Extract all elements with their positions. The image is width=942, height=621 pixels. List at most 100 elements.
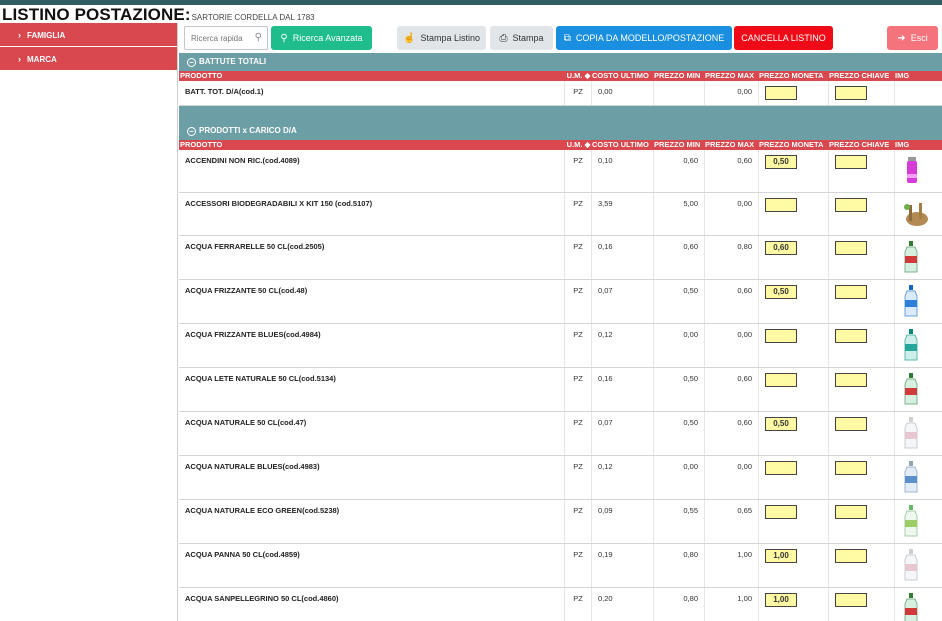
table-row[interactable]: ACQUA FERRARELLE 50 CL(cod.2505) PZ 0,16 0,…	[179, 236, 942, 280]
table-row[interactable]: ACQUA FRIZZANTE 50 CL(cod.48) PZ 0,07 0,50 0…	[179, 280, 942, 324]
coin-price-input[interactable]: 1,00	[765, 593, 797, 607]
product-name: ACQUA FRIZZANTE BLUES(cod.4984)	[179, 324, 565, 367]
col-header-coin[interactable]: PREZZO MONETA	[759, 140, 829, 150]
key-price-cell	[829, 81, 895, 105]
unit-of-measure: PZ	[565, 456, 592, 499]
min-price: 0,60	[654, 236, 705, 279]
max-price: 1,00	[705, 544, 759, 587]
col-header-product[interactable]: PRODOTTO	[179, 140, 565, 150]
key-price-input[interactable]	[835, 417, 867, 431]
key-price-input[interactable]	[835, 198, 867, 212]
key-price-input[interactable]	[835, 155, 867, 169]
last-cost: 0,12	[592, 456, 654, 499]
max-price: 0,00	[705, 193, 759, 235]
table-row[interactable]: ACQUA PANNA 50 CL(cod.4859) PZ 0,19 0,80 1,0…	[179, 544, 942, 588]
section-header[interactable]: − PRODOTTI x CARICO D/A	[179, 122, 942, 140]
advanced-search-button[interactable]: ⚲ Ricerca Avanzata	[271, 26, 372, 50]
unit-of-measure: PZ	[565, 81, 592, 105]
coin-price-input[interactable]	[765, 86, 797, 100]
table-row[interactable]: ACQUA SANPELLEGRINO 50 CL(cod.4860) PZ 0,2…	[179, 588, 942, 621]
sidebar-item-famiglia[interactable]: › FAMIGLIA	[0, 23, 177, 46]
col-header-max[interactable]: PREZZO MAX	[705, 71, 759, 81]
col-header-min[interactable]: PREZZO MIN	[654, 71, 705, 81]
print-list-button[interactable]: ☝ Stampa Listino	[397, 26, 486, 50]
search-input[interactable]	[185, 27, 247, 49]
unit-of-measure: PZ	[565, 500, 592, 543]
table-row[interactable]: ACCESSORI BIODEGRADABILI X KIT 150 (cod.…	[179, 193, 942, 236]
exit-button[interactable]: ➜ Esci	[887, 26, 938, 50]
column-header-row: PRODOTTO U.M. ◆ COSTO ULTIMO PREZZO MIN PREZ…	[179, 71, 942, 81]
section-title: PRODOTTI x CARICO D/A	[199, 126, 297, 135]
product-name: ACQUA NATURALE BLUES(cod.4983)	[179, 456, 565, 499]
sidebar-item-marca[interactable]: › MARCA	[0, 47, 177, 70]
col-header-key[interactable]: PREZZO CHIAVE	[829, 140, 895, 150]
print-label: Stampa	[512, 33, 544, 43]
print-button[interactable]: ⎙ Stampa	[490, 26, 553, 50]
coin-price-input[interactable]	[765, 461, 797, 475]
table-row[interactable]: ACQUA NATURALE 50 CL(cod.47) PZ 0,07 0,50 0,…	[179, 412, 942, 456]
unit-of-measure: PZ	[565, 324, 592, 367]
product-name: ACQUA NATURALE 50 CL(cod.47)	[179, 412, 565, 455]
coin-price-input[interactable]: 1,00	[765, 549, 797, 563]
table-row[interactable]: ACQUA LETE NATURALE 50 CL(cod.5134) PZ 0,1…	[179, 368, 942, 412]
copy-label: COPIA DA MODELLO/POSTAZIONE	[575, 33, 725, 43]
delete-label: CANCELLA LISTINO	[741, 33, 826, 43]
sort-icon: ◆	[584, 140, 591, 149]
key-price-input[interactable]	[835, 549, 867, 563]
coin-price-input[interactable]	[765, 373, 797, 387]
key-price-input[interactable]	[835, 593, 867, 607]
coin-price-cell	[759, 500, 829, 543]
collapse-icon[interactable]: −	[187, 58, 196, 67]
key-price-input[interactable]	[835, 285, 867, 299]
product-name: ACQUA LETE NATURALE 50 CL(cod.5134)	[179, 368, 565, 411]
col-header-key[interactable]: PREZZO CHIAVE	[829, 71, 895, 81]
product-name: ACQUA PANNA 50 CL(cod.4859)	[179, 544, 565, 587]
section-header[interactable]: − BATTUTE TOTALI	[179, 53, 942, 71]
min-price: 0,80	[654, 544, 705, 587]
coin-price-input[interactable]: 0,60	[765, 241, 797, 255]
max-price: 0,00	[705, 456, 759, 499]
coin-price-input[interactable]	[765, 198, 797, 212]
table-row[interactable]: BATT. TOT. D/A(cod.1) PZ 0,00 0,00	[179, 81, 942, 106]
unit-of-measure: PZ	[565, 236, 592, 279]
key-price-cell	[829, 368, 895, 411]
coin-price-cell: 0,50	[759, 150, 829, 192]
col-header-cost[interactable]: COSTO ULTIMO	[592, 140, 654, 150]
key-price-input[interactable]	[835, 505, 867, 519]
col-header-img: IMG	[895, 71, 910, 80]
search-icon[interactable]: ⚲	[255, 32, 262, 43]
table-row[interactable]: ACQUA NATURALE ECO GREEN(cod.5238) PZ 0,09…	[179, 500, 942, 544]
chevron-right-icon: ›	[18, 54, 21, 64]
table-row[interactable]: ACQUA FRIZZANTE BLUES(cod.4984) PZ 0,12 0,0…	[179, 324, 942, 368]
table-row[interactable]: ACQUA NATURALE BLUES(cod.4983) PZ 0,12 0,00…	[179, 456, 942, 500]
coin-price-input[interactable]	[765, 505, 797, 519]
min-price: 0,55	[654, 500, 705, 543]
delete-list-button[interactable]: CANCELLA LISTINO	[734, 26, 833, 50]
max-price: 0,00	[705, 324, 759, 367]
key-price-input[interactable]	[835, 86, 867, 100]
col-header-min[interactable]: PREZZO MIN	[654, 140, 705, 150]
coin-price-input[interactable]: 0,50	[765, 155, 797, 169]
product-image	[895, 456, 942, 499]
col-header-cost[interactable]: COSTO ULTIMO	[592, 71, 654, 81]
key-price-input[interactable]	[835, 461, 867, 475]
coin-price-input[interactable]: 0,50	[765, 285, 797, 299]
product-image	[895, 368, 942, 411]
col-header-um[interactable]: U.M. ◆	[565, 71, 592, 81]
exit-label: Esci	[910, 33, 928, 43]
min-price: 5,00	[654, 193, 705, 235]
hand-coin-icon: ☝	[403, 32, 416, 44]
col-header-um[interactable]: U.M. ◆	[565, 140, 592, 150]
table-row[interactable]: ACCENDINI NON RIC.(cod.4089) PZ 0,10 0,60 0,…	[179, 150, 942, 193]
coin-price-input[interactable]: 0,50	[765, 417, 797, 431]
col-header-coin[interactable]: PREZZO MONETA	[759, 71, 829, 81]
col-header-max[interactable]: PREZZO MAX	[705, 140, 759, 150]
coin-price-input[interactable]	[765, 329, 797, 343]
copy-from-model-button[interactable]: ⧉ COPIA DA MODELLO/POSTAZIONE	[556, 26, 732, 50]
key-price-input[interactable]	[835, 241, 867, 255]
max-price: 0,60	[705, 150, 759, 192]
collapse-icon[interactable]: −	[187, 127, 196, 136]
key-price-input[interactable]	[835, 329, 867, 343]
key-price-input[interactable]	[835, 373, 867, 387]
col-header-product[interactable]: PRODOTTO	[179, 71, 565, 81]
